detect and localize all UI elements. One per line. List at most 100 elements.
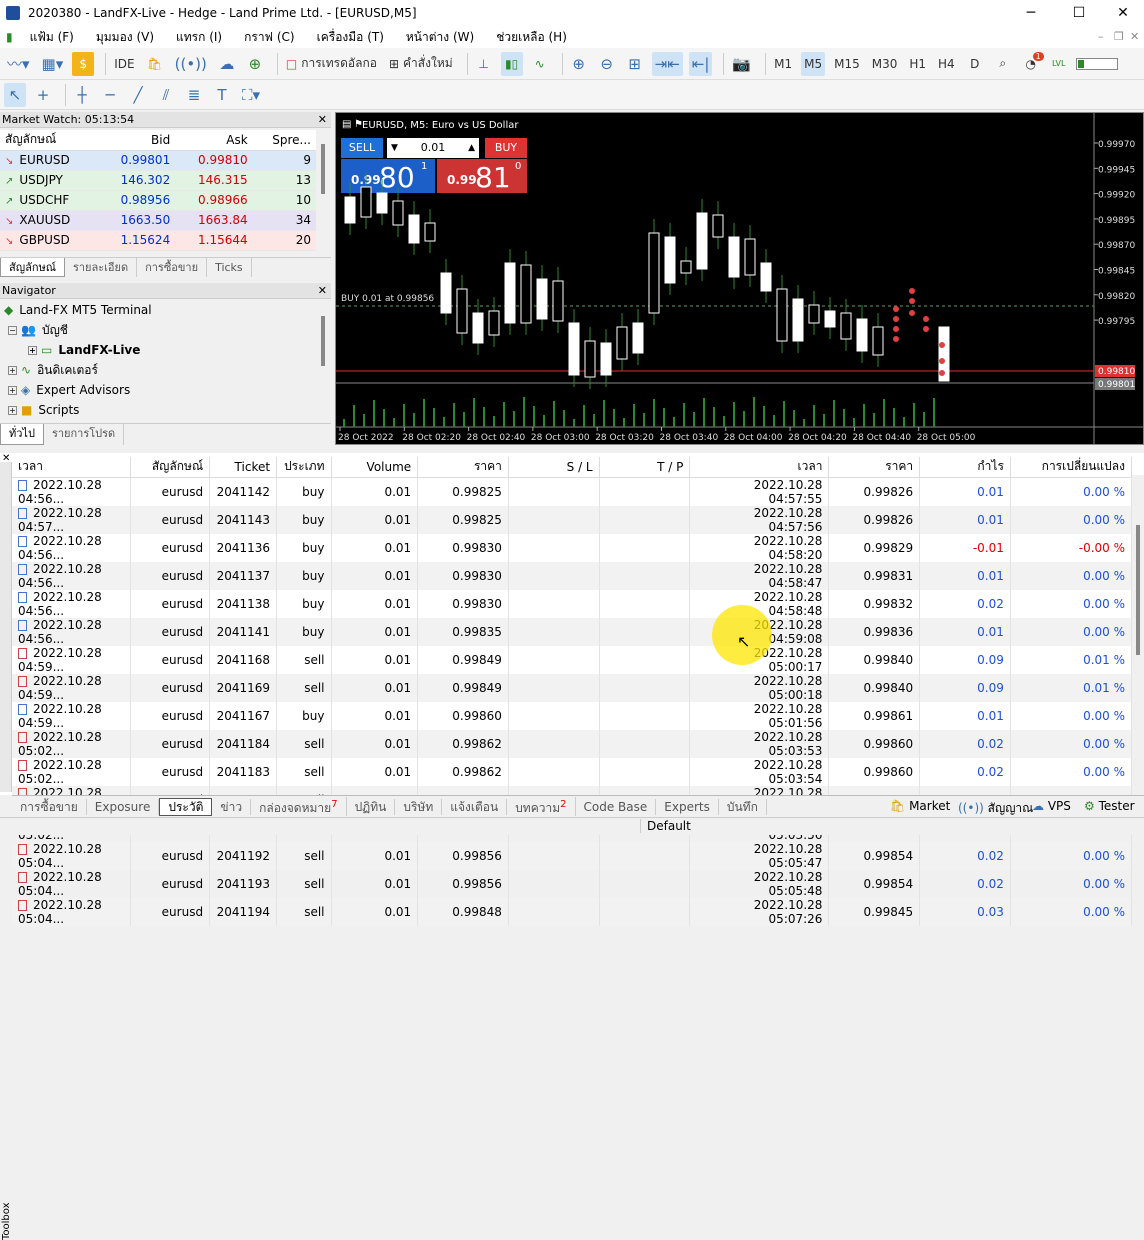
mw-row-gbpusd[interactable]: ↘GBPUSD1.156241.1564420	[0, 230, 316, 250]
trendline-icon[interactable]: ╱	[127, 83, 149, 107]
nav-terminal[interactable]: ◆Land-FX MT5 Terminal	[0, 300, 316, 320]
tab-history[interactable]: ประวัติ	[159, 798, 212, 816]
history-header-6[interactable]: S / L	[508, 457, 599, 477]
chart-menu-icon[interactable]: ▮	[6, 30, 13, 44]
history-header-3[interactable]: ประเภท	[277, 457, 331, 477]
menu-file[interactable]: แฟ้ม (F)	[19, 28, 85, 47]
expand-icon[interactable]: +	[8, 366, 17, 375]
vps-link[interactable]: ☁ VPS	[1032, 799, 1071, 813]
ide-button[interactable]: IDE	[111, 52, 137, 76]
crosshair-icon[interactable]: +	[32, 83, 54, 107]
history-scroll-thumb[interactable]	[1136, 525, 1140, 655]
tab-exposure[interactable]: Exposure	[87, 799, 160, 815]
tf-m15[interactable]: M15	[831, 52, 863, 76]
tab-details[interactable]: รายละเอียด	[65, 258, 137, 277]
nav-scrollbar[interactable]	[316, 300, 331, 421]
mw-row-xauusd[interactable]: ↘XAUUSD1663.501663.8434	[0, 210, 316, 230]
mw-scroll-thumb[interactable]	[321, 144, 325, 194]
mw-header-symbol[interactable]: สัญลักษณ์	[0, 130, 98, 150]
templates-icon[interactable]: ▦▾	[39, 52, 67, 76]
close-button[interactable]: ✕	[1100, 0, 1144, 26]
tab-trading[interactable]: การซื้อขาย	[137, 258, 207, 277]
history-header-7[interactable]: T / P	[599, 457, 690, 477]
tf-m30[interactable]: M30	[869, 52, 901, 76]
shapes-icon[interactable]: ⛶▾	[239, 83, 263, 107]
channel-icon[interactable]: ⫽	[155, 83, 177, 107]
mw-row-eurusd[interactable]: ↘EURUSD0.998010.998109	[0, 150, 316, 170]
history-header-11[interactable]: การเปลี่ยนแปลง	[1010, 457, 1131, 477]
market-link[interactable]: 🛍 Market	[890, 799, 950, 813]
history-header-8[interactable]: เวลา	[690, 457, 829, 477]
expand-icon[interactable]: +	[28, 346, 37, 355]
tab-common[interactable]: ทั่วไป	[0, 424, 44, 445]
cursor-icon[interactable]: ↖	[4, 83, 26, 107]
history-header-2[interactable]: Ticket	[210, 457, 277, 477]
mw-row-usdjpy[interactable]: ↗USDJPY146.302146.31513	[0, 170, 316, 190]
vps-cloud-icon[interactable]: ☁	[216, 52, 238, 76]
market-bag-icon[interactable]: 🛍	[144, 52, 166, 76]
maximize-button[interactable]: ☐	[1056, 0, 1102, 26]
zoom-out-icon[interactable]: ⊖	[596, 52, 618, 76]
history-header-9[interactable]: ราคา	[829, 457, 920, 477]
menu-view[interactable]: มุมมอง (V)	[85, 28, 165, 47]
tf-m5[interactable]: M5	[801, 52, 825, 76]
table-row[interactable]: 2022.10.28 04:57...eurusd2041143buy0.010…	[12, 506, 1132, 534]
algo-trading-button[interactable]: □การเทรดอัลกอ	[283, 52, 380, 76]
tab-journal[interactable]: บันทึก	[719, 799, 767, 815]
screenshot-icon[interactable]: 📷	[729, 52, 754, 76]
line-chart-icon[interactable]: ∿	[529, 52, 551, 76]
tf-h4[interactable]: H4	[935, 52, 958, 76]
menu-insert[interactable]: แทรก (I)	[165, 28, 233, 47]
collapse-icon[interactable]: −	[8, 326, 17, 335]
table-row[interactable]: 2022.10.28 04:56...eurusd2041138buy0.010…	[12, 590, 1132, 618]
zoom-in-icon[interactable]: ⊕	[568, 52, 590, 76]
tf-d1[interactable]: D	[964, 52, 986, 76]
fibonacci-icon[interactable]: ≣	[183, 83, 205, 107]
table-row[interactable]: 2022.10.28 04:59...eurusd2041167buy0.010…	[12, 702, 1132, 730]
search-icon[interactable]: ⌕	[992, 52, 1014, 76]
tab-codebase[interactable]: Code Base	[576, 799, 657, 815]
history-header-4[interactable]: Volume	[331, 457, 418, 477]
table-row[interactable]: 2022.10.28 04:59...eurusd2041169sell0.01…	[12, 674, 1132, 702]
new-order-button[interactable]: ⊞คำสั่งใหม่	[386, 52, 456, 76]
chart-shift-icon[interactable]: ⇤|	[689, 52, 713, 76]
nav-indicators[interactable]: +∿อินดิเคเตอร์	[0, 360, 316, 380]
navigator-close-icon[interactable]: ✕	[318, 283, 327, 299]
table-row[interactable]: 2022.10.28 04:59...eurusd2041168sell0.01…	[12, 646, 1132, 674]
tester-link[interactable]: ⚙ Tester	[1084, 799, 1135, 813]
tab-favorites[interactable]: รายการโปรด	[44, 424, 124, 445]
table-row[interactable]: 2022.10.28 04:56...eurusd2041136buy0.010…	[12, 534, 1132, 562]
menu-tools[interactable]: เครื่องมือ (T)	[306, 28, 395, 47]
tab-calendar[interactable]: ปฏิทิน	[347, 799, 396, 815]
tab-mailbox[interactable]: กล่องจดหมาย7	[251, 797, 346, 816]
mdi-close-icon[interactable]: ✕	[1130, 30, 1139, 43]
mw-scrollbar[interactable]	[316, 130, 331, 256]
tab-ticks[interactable]: Ticks	[207, 258, 252, 277]
history-scrollbar[interactable]	[1132, 475, 1144, 795]
tf-m1[interactable]: M1	[771, 52, 795, 76]
table-row[interactable]: 2022.10.28 05:04...eurusd2041193sell0.01…	[12, 870, 1132, 898]
mdi-restore-icon[interactable]: ❐	[1114, 30, 1124, 43]
tab-experts[interactable]: Experts	[656, 799, 719, 815]
table-row[interactable]: 2022.10.28 05:04...eurusd2041192sell0.01…	[12, 842, 1132, 870]
tab-symbols[interactable]: สัญลักษณ์	[0, 258, 65, 277]
mdi-minimize-icon[interactable]: –	[1098, 30, 1104, 43]
history-header-5[interactable]: ราคา	[418, 457, 509, 477]
mw-row-usdchf[interactable]: ↗USDCHF0.989560.9896610	[0, 190, 316, 210]
minimize-button[interactable]: ─	[1008, 0, 1054, 26]
table-row[interactable]: 2022.10.28 05:02...eurusd2041184sell0.01…	[12, 730, 1132, 758]
nav-scroll-thumb[interactable]	[321, 316, 325, 366]
tab-articles[interactable]: บทความ2	[507, 797, 575, 816]
vertical-line-icon[interactable]: ┼	[71, 83, 93, 107]
table-row[interactable]: 2022.10.28 04:56...eurusd2041141buy0.010…	[12, 618, 1132, 646]
candlestick-icon[interactable]: ▮▯	[501, 52, 523, 76]
signals-icon[interactable]: ((•))	[172, 52, 210, 76]
mw-header-bid[interactable]: Bid	[98, 130, 175, 150]
globe-icon[interactable]: ⊕	[244, 52, 266, 76]
menu-window[interactable]: หน้าต่าง (W)	[395, 28, 485, 47]
tab-company[interactable]: บริษัท	[395, 799, 442, 815]
nav-account-live[interactable]: +▭LandFX-Live	[0, 340, 316, 360]
tile-windows-icon[interactable]: ⊞	[624, 52, 646, 76]
history-header-0[interactable]: เวลา	[12, 457, 131, 477]
mw-header-ask[interactable]: Ask	[175, 130, 252, 150]
